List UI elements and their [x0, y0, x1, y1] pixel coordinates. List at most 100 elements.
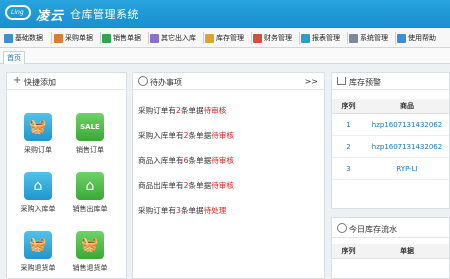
- brand-name: 凌云: [36, 9, 65, 24]
- quick-add-label: 采购退货单: [20, 264, 56, 272]
- sale-sign-icon: SALE: [76, 113, 104, 141]
- panel-title: 库存预警: [349, 78, 381, 87]
- quick-add-panel: + 快捷添加 🧺 采购订单 SALE 销售订单 ⌂ 采购入库单 ⌂ 销售出库单 …: [6, 72, 127, 279]
- menu-item-purchase-docs[interactable]: 采购单据: [54, 31, 93, 45]
- todo-text: 采购订单有: [138, 206, 176, 215]
- panel-title: 今日库存流水: [349, 225, 397, 234]
- panel-header: + 快捷添加: [7, 73, 126, 90]
- tab-bar: 首页: [0, 48, 450, 64]
- home-icon: ⌂: [76, 172, 104, 200]
- todo-status: 待审核: [211, 181, 234, 190]
- plus-icon: +: [13, 75, 22, 86]
- menu-divider: [251, 32, 252, 44]
- quick-add-sales-order[interactable]: SALE 销售订单: [69, 113, 111, 161]
- panel-header: 今日库存流水: [332, 218, 449, 238]
- todo-panel: 待办事项 >> 采购订单有2条单据待审核 采购入库单有2条单据待审核 商品入库单…: [132, 72, 325, 279]
- main-menu: 基础数据 采购单据 销售单据 其它出入库 库存管理 财务管理 报表管理 系统管理…: [0, 28, 450, 48]
- menu-label: 报表管理: [312, 34, 340, 42]
- quick-add-purchase-order[interactable]: 🧺 采购订单: [17, 113, 59, 161]
- todo-text: 条单据: [188, 131, 212, 140]
- table-header: 序列 商品: [332, 99, 449, 114]
- menu-divider: [203, 32, 204, 44]
- todo-item[interactable]: 商品出库单有2条单据待审核: [138, 180, 234, 191]
- menu-item-sales-docs[interactable]: 销售单据: [102, 31, 141, 45]
- menu-item-basic-data[interactable]: 基础数据: [4, 31, 43, 45]
- todo-item[interactable]: 采购订单有3条单据待处理: [138, 205, 226, 216]
- quick-add-label: 采购入库单: [20, 205, 56, 213]
- menu-item-finance[interactable]: 财务管理: [253, 31, 292, 45]
- menu-divider: [299, 32, 300, 44]
- column-header-product: 商品: [400, 102, 414, 110]
- quick-add-label: 销售出库单: [72, 205, 108, 213]
- row-product: RYP-LI: [396, 164, 418, 173]
- column-header-document: 单据: [400, 247, 414, 255]
- row-product: hzp1607131432062: [371, 120, 443, 129]
- app-header: Ling 凌云 仓库管理系统: [0, 0, 450, 28]
- inventory-icon: [205, 33, 214, 43]
- todo-text: 条单据: [180, 106, 204, 115]
- quick-add-label: 采购订单: [24, 146, 52, 154]
- quick-add-purchase-return[interactable]: 🧺 采购退货单: [17, 231, 59, 279]
- menu-label: 库存管理: [216, 34, 244, 42]
- settings-icon: [349, 33, 358, 43]
- logo-text: Ling: [11, 9, 24, 16]
- menu-item-inventory[interactable]: 库存管理: [205, 31, 244, 45]
- basket-icon: 🧺: [76, 231, 104, 259]
- system-title: 仓库管理系统: [70, 8, 139, 21]
- quick-add-purchase-inbound[interactable]: ⌂ 采购入库单: [17, 172, 59, 220]
- row-product: hzp1607131432062: [371, 142, 443, 151]
- transfer-icon: [150, 33, 159, 43]
- menu-divider: [100, 32, 101, 44]
- stock-alert-panel: 库存预警 序列 商品 1 hzp1607131432062 2 hzp16071…: [331, 72, 450, 209]
- column-header-index: 序列: [341, 102, 356, 110]
- menu-item-help[interactable]: 使用帮助: [397, 31, 436, 45]
- menu-label: 系统管理: [360, 34, 388, 42]
- more-link[interactable]: >>: [305, 77, 318, 86]
- sales-doc-icon: [102, 33, 111, 43]
- help-icon: [397, 33, 406, 43]
- menu-divider: [347, 32, 348, 44]
- home-icon: ⌂: [24, 172, 52, 200]
- todo-item[interactable]: 采购入库单有2条单据待审核: [138, 130, 234, 141]
- column-header-index: 序列: [341, 247, 356, 255]
- panel-header: 待办事项 >>: [133, 73, 324, 90]
- table-row[interactable]: 2 hzp1607131432062: [332, 136, 449, 158]
- logo: Ling: [5, 3, 33, 23]
- menu-label: 财务管理: [264, 34, 292, 42]
- menu-divider: [51, 32, 52, 44]
- todo-status: 待审核: [203, 106, 227, 115]
- row-index: 3: [346, 164, 351, 173]
- basket-icon: 🧺: [24, 113, 52, 141]
- quick-add-label: 销售退货单: [72, 264, 108, 272]
- report-icon: [301, 33, 310, 43]
- finance-icon: [253, 33, 262, 43]
- menu-divider: [148, 32, 149, 44]
- quick-add-sales-return[interactable]: 🧺 销售退货单: [69, 231, 111, 279]
- todo-item[interactable]: 采购订单有2条单据待审核: [138, 105, 226, 116]
- row-index: 1: [346, 120, 351, 129]
- timer-icon: [337, 223, 347, 233]
- panel-title: 待办事项: [150, 78, 182, 87]
- menu-item-reports[interactable]: 报表管理: [301, 31, 340, 45]
- menu-label: 基础数据: [15, 34, 43, 42]
- todo-text: 条单据: [188, 181, 212, 190]
- todo-status: 待审核: [211, 131, 234, 140]
- quick-add-label: 销售订单: [76, 146, 104, 154]
- table-row[interactable]: 3 RYP-LI: [332, 158, 449, 180]
- table-row[interactable]: 1 hzp1607131432062: [332, 114, 449, 136]
- menu-item-system[interactable]: 系统管理: [349, 31, 388, 45]
- menu-item-other-stock[interactable]: 其它出入库: [150, 31, 196, 45]
- todo-text: 采购订单有: [138, 106, 176, 115]
- clock-icon: [138, 76, 148, 86]
- database-icon: [4, 33, 13, 43]
- table-header: 序列 单据: [332, 244, 449, 259]
- warehouse-icon: [337, 77, 346, 85]
- panel-header: 库存预警: [332, 73, 449, 90]
- menu-label: 使用帮助: [408, 34, 436, 42]
- tab-home[interactable]: 首页: [3, 51, 25, 64]
- todo-item[interactable]: 商品入库单有6条单据待审核: [138, 155, 234, 166]
- purchase-doc-icon: [54, 33, 63, 43]
- panel-title: 快捷添加: [24, 78, 56, 87]
- menu-label: 其它出入库: [161, 34, 196, 42]
- quick-add-sales-outbound[interactable]: ⌂ 销售出库单: [69, 172, 111, 220]
